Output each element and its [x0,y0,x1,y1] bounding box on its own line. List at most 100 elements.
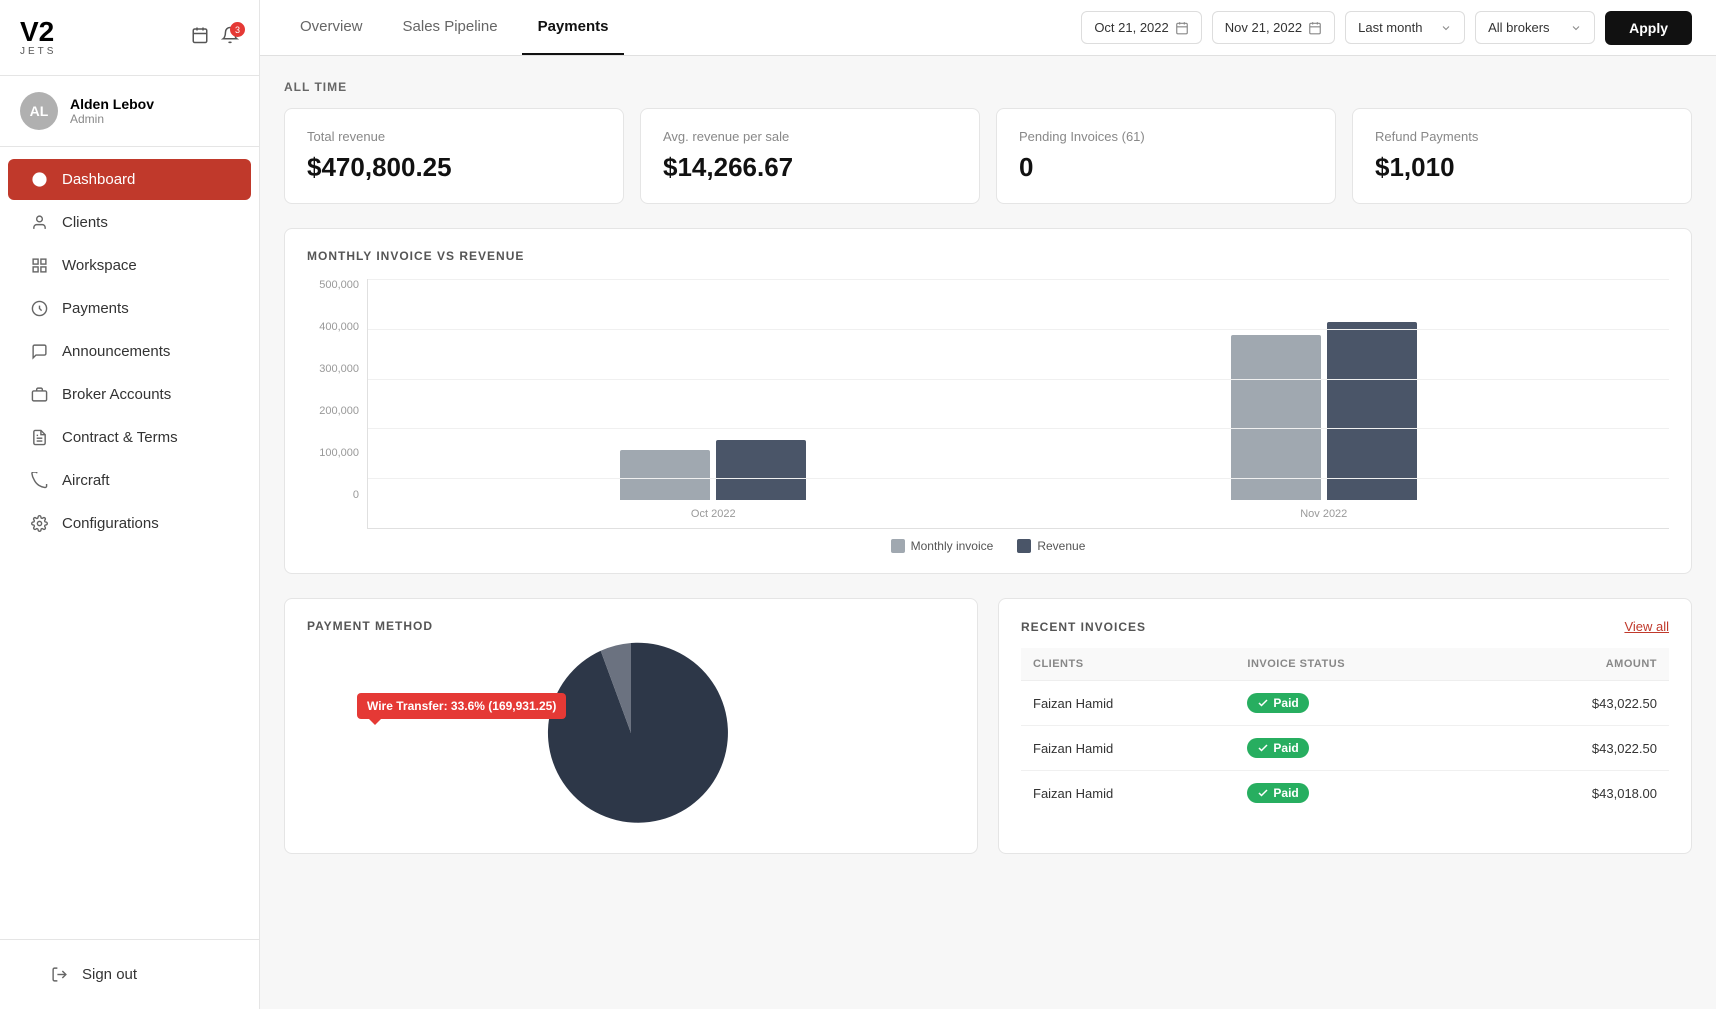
y-label-1: 400,000 [307,321,359,333]
sidebar-item-announcements[interactable]: Announcements [8,331,251,372]
invoice-amount-1: $43,022.50 [1486,726,1669,771]
legend-monthly-color [891,539,905,553]
user-section: AL Alden Lebov Admin [0,76,259,147]
sidebar-item-aircraft[interactable]: Aircraft [8,460,251,501]
metric-cards: Total revenue $470,800.25 Avg. revenue p… [284,108,1692,204]
invoice-status-2: Paid [1235,771,1485,816]
broker-dropdown[interactable]: All brokers [1475,11,1595,44]
notification-button[interactable]: 3 [221,26,239,49]
y-label-4: 100,000 [307,447,359,459]
contract-icon [28,429,50,446]
user-name: Alden Lebov [70,96,154,112]
sidebar-item-contract-terms[interactable]: Contract & Terms [8,417,251,458]
sidebar-item-workspace[interactable]: Workspace [8,245,251,286]
metric-value-1: $14,266.67 [663,152,957,183]
bar-nov-monthly [1231,335,1321,500]
y-label-3: 200,000 [307,405,359,417]
dashboard-icon [28,171,50,188]
legend-monthly: Monthly invoice [891,539,994,553]
chart-section: MONTHLY INVOICE VS REVENUE 500,000 400,0… [284,228,1692,574]
sidebar-item-label: Clients [62,214,108,231]
legend-revenue-label: Revenue [1037,539,1085,553]
sign-out-label: Sign out [82,966,137,983]
date-from-value: Oct 21, 2022 [1094,20,1168,35]
sidebar-item-label: Aircraft [62,472,110,489]
calendar-button[interactable] [191,26,209,49]
table-row: Faizan Hamid Paid $43,018.00 [1021,771,1669,816]
notification-badge: 3 [230,22,245,37]
tab-overview[interactable]: Overview [284,0,379,55]
sidebar-item-label: Payments [62,300,129,317]
tab-payments[interactable]: Payments [522,0,625,55]
y-label-2: 300,000 [307,363,359,375]
apply-button[interactable]: Apply [1605,11,1692,45]
tab-sales-pipeline[interactable]: Sales Pipeline [387,0,514,55]
sidebar-item-dashboard[interactable]: Dashboard [8,159,251,200]
recent-invoices-section: RECENT INVOICES View all CLIENTS INVOICE… [998,598,1692,854]
metric-card-1: Avg. revenue per sale $14,266.67 [640,108,980,204]
period-dropdown[interactable]: Last month [1345,11,1465,44]
col-clients: CLIENTS [1021,648,1235,681]
sidebar-item-label: Broker Accounts [62,386,171,403]
metric-value-3: $1,010 [1375,152,1669,183]
sign-out-section: Sign out [0,939,259,1009]
sidebar: V2 JETS 3 AL Alden Lebov Admin Dashboard [0,0,260,1009]
pie-tooltip: Wire Transfer: 33.6% (169,931.25) [357,693,566,719]
table-row: Faizan Hamid Paid $43,022.50 [1021,726,1669,771]
status-badge-1: Paid [1247,738,1308,758]
col-status: INVOICE STATUS [1235,648,1485,681]
header-controls: Oct 21, 2022 Nov 21, 2022 Last month All… [1081,11,1692,45]
table-row: Faizan Hamid Paid $43,022.50 [1021,681,1669,726]
period-label: Last month [1358,20,1422,35]
x-label-oct: Oct 2022 [408,500,1019,528]
bar-oct-monthly [620,450,710,500]
payments-icon [28,300,50,317]
configurations-icon [28,515,50,532]
legend-revenue-color [1017,539,1031,553]
recent-invoices-title: RECENT INVOICES [1021,620,1146,634]
pie-segment-dark [548,643,728,823]
user-role: Admin [70,112,154,126]
sidebar-item-payments[interactable]: Payments [8,288,251,329]
invoice-table: CLIENTS INVOICE STATUS AMOUNT Faizan Ham… [1021,648,1669,815]
sidebar-item-clients[interactable]: Clients [8,202,251,243]
date-from-input[interactable]: Oct 21, 2022 [1081,11,1201,44]
metric-label-0: Total revenue [307,129,601,144]
chart-legend: Monthly invoice Revenue [307,539,1669,553]
date-to-input[interactable]: Nov 21, 2022 [1212,11,1335,44]
view-all-link[interactable]: View all [1624,619,1669,634]
invoice-client-2: Faizan Hamid [1021,771,1235,816]
date-to-value: Nov 21, 2022 [1225,20,1302,35]
payment-method-section: PAYMENT METHOD Wire Transfer: 33.6% (169… [284,598,978,854]
status-badge-2: Paid [1247,783,1308,803]
content-area: ALL TIME Total revenue $470,800.25 Avg. … [260,56,1716,1009]
payment-method-title: PAYMENT METHOD [307,619,955,633]
bottom-section: PAYMENT METHOD Wire Transfer: 33.6% (169… [284,598,1692,854]
clients-icon [28,214,50,231]
bar-nov-revenue [1327,322,1417,500]
chart-title: MONTHLY INVOICE VS REVENUE [307,249,1669,263]
sidebar-item-label: Workspace [62,257,137,274]
sidebar-item-configurations[interactable]: Configurations [8,503,251,544]
sidebar-item-label: Dashboard [62,171,135,188]
header-icons: 3 [191,26,239,49]
metric-label-2: Pending Invoices (61) [1019,129,1313,144]
avatar: AL [20,92,58,130]
legend-monthly-label: Monthly invoice [911,539,994,553]
sidebar-item-label: Announcements [62,343,170,360]
status-badge-0: Paid [1247,693,1308,713]
sign-out-button[interactable]: Sign out [28,954,231,995]
invoice-amount-2: $43,018.00 [1486,771,1669,816]
metric-card-2: Pending Invoices (61) 0 [996,108,1336,204]
sign-out-icon [48,966,70,983]
metric-card-3: Refund Payments $1,010 [1352,108,1692,204]
header-tabs: Overview Sales Pipeline Payments Oct 21,… [260,0,1716,56]
x-label-nov: Nov 2022 [1019,500,1630,528]
invoice-status-1: Paid [1235,726,1485,771]
announcements-icon [28,343,50,360]
pie-chart [531,633,731,833]
broker-label: All brokers [1488,20,1549,35]
recent-invoices-header: RECENT INVOICES View all [1021,619,1669,634]
sidebar-item-broker-accounts[interactable]: Broker Accounts [8,374,251,415]
y-label-5: 0 [307,489,359,501]
